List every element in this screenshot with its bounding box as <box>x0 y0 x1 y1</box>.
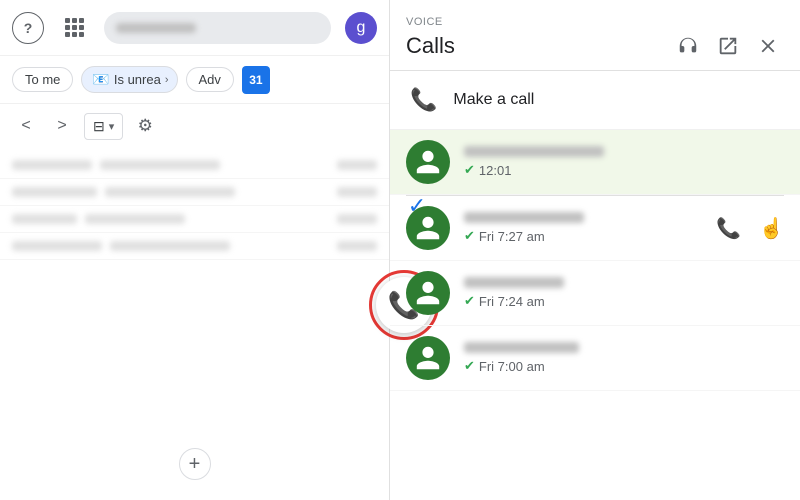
email-subject <box>100 160 220 170</box>
contact-name <box>464 342 579 353</box>
call-check-icon: ✔ <box>464 228 475 244</box>
user-avatar[interactable]: g <box>345 12 377 44</box>
contact-avatar <box>406 206 450 250</box>
call-phone-button[interactable]: 📞 <box>712 212 745 245</box>
email-sender <box>12 214 77 224</box>
email-time <box>337 187 377 197</box>
view-selector[interactable]: ⊟ ▾ <box>84 113 123 140</box>
email-sender <box>12 241 102 251</box>
search-bar[interactable] <box>104 12 331 44</box>
search-text <box>116 23 196 33</box>
close-button[interactable] <box>752 30 784 62</box>
settings-button[interactable]: ⚙ <box>131 112 159 140</box>
email-sender <box>12 160 92 170</box>
help-button[interactable]: ? <box>12 12 44 44</box>
help-icon: ? <box>24 20 33 36</box>
apps-button[interactable] <box>58 12 90 44</box>
person-icon <box>414 214 442 242</box>
top-bar: ? g <box>0 0 389 56</box>
gear-icon: ⚙ <box>138 116 153 136</box>
email-row[interactable] <box>0 152 389 179</box>
filter-to-me[interactable]: To me <box>12 67 73 92</box>
contact-name <box>464 146 604 157</box>
call-item[interactable]: ✔ Fri 7:00 am <box>390 326 800 391</box>
email-row[interactable] <box>0 179 389 206</box>
contact-avatar <box>406 140 450 184</box>
view-arrow: ▾ <box>109 120 115 133</box>
make-call-row[interactable]: 📞 Make a call <box>390 71 800 130</box>
email-time <box>337 160 377 170</box>
filter-unread-label: Is unrea <box>114 72 161 87</box>
close-icon <box>757 35 779 57</box>
grid-icon <box>65 18 84 37</box>
call-time: Fri 7:27 am <box>479 229 545 244</box>
person-icon <box>414 344 442 372</box>
email-row[interactable] <box>0 233 389 260</box>
external-link-icon <box>717 35 739 57</box>
voice-label: VOICE <box>406 16 784 28</box>
email-time <box>337 241 377 251</box>
contact-name <box>464 212 584 223</box>
next-button[interactable]: > <box>48 112 76 140</box>
call-time-row: ✔ Fri 7:27 am <box>464 228 698 244</box>
call-info: ✔ Fri 7:27 am <box>464 212 698 244</box>
email-subject <box>85 214 185 224</box>
make-call-label: Make a call <box>453 91 534 109</box>
call-time-row: ✔ Fri 7:00 am <box>464 358 784 374</box>
external-link-button[interactable] <box>712 30 744 62</box>
call-item[interactable]: ✔ Fri 7:27 am 📞 ☝ <box>390 196 800 261</box>
contact-name <box>464 277 564 288</box>
contact-avatar <box>406 271 450 315</box>
unread-envelope-icon: 📧 <box>92 71 109 88</box>
left-panel: ? g To me 📧 Is unrea › Adv 31 < > ⊟ ▾ <box>0 0 390 500</box>
call-info: ✔ Fri 7:24 am <box>464 277 784 309</box>
call-time-row: ✔ Fri 7:24 am <box>464 293 784 309</box>
make-call-icon: 📞 <box>410 87 437 113</box>
call-time: 12:01 <box>479 163 512 178</box>
person-icon <box>414 279 442 307</box>
email-sender <box>12 187 97 197</box>
call-time: Fri 7:24 am <box>479 294 545 309</box>
toolbar: < > ⊟ ▾ ⚙ <box>0 104 389 148</box>
filter-bar: To me 📧 Is unrea › Adv 31 <box>0 56 389 104</box>
call-item[interactable]: ✔ Fri 7:24 am <box>390 261 800 326</box>
chevron-right-icon: › <box>165 74 169 86</box>
email-subject <box>110 241 230 251</box>
person-icon <box>414 148 442 176</box>
call-check-icon: ✔ <box>464 358 475 374</box>
email-subject <box>105 187 235 197</box>
call-time-row: ✔ 12:01 <box>464 162 784 178</box>
add-button[interactable]: + <box>179 448 211 480</box>
call-info: ✔ 12:01 <box>464 146 784 178</box>
voice-title-row: Calls <box>406 30 784 62</box>
email-row[interactable] <box>0 206 389 233</box>
call-time: Fri 7:00 am <box>479 359 545 374</box>
view-icon: ⊟ <box>93 118 105 135</box>
voice-header: VOICE Calls <box>390 0 800 71</box>
call-info: ✔ Fri 7:00 am <box>464 342 784 374</box>
call-cursor-icon: ☝ <box>759 216 784 241</box>
contact-avatar <box>406 336 450 380</box>
call-check-icon: ✔ <box>464 293 475 309</box>
headphones-icon <box>677 35 699 57</box>
voice-title: Calls <box>406 33 455 59</box>
voice-actions <box>672 30 784 62</box>
call-check-icon: ✔ <box>464 162 475 178</box>
filter-is-unread[interactable]: 📧 Is unrea › <box>81 66 177 93</box>
call-list: ✔ 12:01 ✔ Fri 7:27 am 📞 ☝ <box>390 130 800 500</box>
email-time <box>337 214 377 224</box>
right-panel: VOICE Calls <box>390 0 800 500</box>
filter-advance[interactable]: Adv <box>186 67 234 92</box>
prev-button[interactable]: < <box>12 112 40 140</box>
calendar-chip[interactable]: 31 <box>242 66 270 94</box>
headphones-button[interactable] <box>672 30 704 62</box>
call-item[interactable]: ✔ 12:01 <box>390 130 800 195</box>
